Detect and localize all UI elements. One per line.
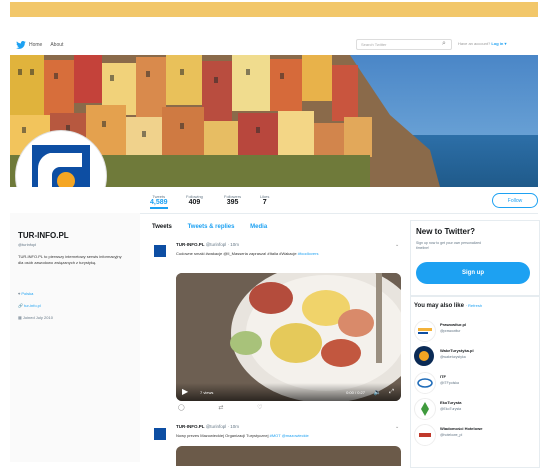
reply-icon[interactable]: ◯ (178, 405, 185, 411)
suggestion-name[interactable]: ITF (440, 374, 446, 379)
profile-bio: TUR-INFO.PL to pierwszy internetowy serw… (18, 254, 122, 265)
have-account-text: Have an account? Log in ▾ (458, 41, 507, 46)
calendar-icon: ▦ (18, 315, 22, 320)
nav-home-link[interactable]: Home (29, 42, 42, 48)
tweet-text: Cudowne smaki #wakacje @Il_Masseria zapr… (176, 251, 319, 256)
profile-website: 🔗 tur-info.pl (18, 303, 41, 308)
profile-name: TUR-INFO.PL (18, 231, 69, 240)
play-icon[interactable]: ▶ (182, 387, 188, 396)
tab-tweets[interactable]: Tweets (152, 224, 172, 230)
signup-button[interactable]: Sign up (416, 262, 530, 284)
chevron-down-icon[interactable]: ⌄ (395, 242, 399, 248)
stat-likes[interactable]: Likes 7 (260, 194, 269, 206)
new-to-twitter-title: New to Twitter? (416, 227, 475, 236)
suggestion-name[interactable]: WakeTurystyka.pl (440, 348, 474, 353)
search-icon[interactable]: ⌕ (442, 40, 446, 48)
refresh-link[interactable]: · Refresh (466, 303, 482, 308)
website-link[interactable]: tur-info.pl (24, 303, 41, 308)
twitter-bird-icon[interactable] (16, 41, 26, 49)
follow-button[interactable]: Follow (492, 193, 538, 208)
profile-nav-stats (10, 187, 538, 214)
tweet-video[interactable]: ▶ 7 views 0:00 / 0:27 🔈 ⤢ (176, 273, 401, 401)
stat-followers[interactable]: Followers 395 (224, 194, 241, 206)
top-banner-strip (10, 2, 538, 17)
suggestion-avatar[interactable] (414, 424, 436, 446)
suggestion-handle: @prawowitur (440, 329, 461, 333)
fullscreen-icon[interactable]: ⤢ (389, 389, 394, 396)
tweet-author[interactable]: TUR-INFO.PL @turinfopl · 10m (176, 242, 239, 247)
retweet-icon[interactable]: ⇄ (218, 405, 223, 411)
suggestion-avatar[interactable] (414, 372, 436, 394)
may-also-like-heading: You may also like · Refresh (414, 303, 483, 309)
suggestion-name[interactable]: Wiadomości Hotelowe (440, 426, 482, 431)
location-icon: ⌖ (18, 291, 21, 296)
volume-icon[interactable]: 🔈 (374, 389, 381, 396)
login-link[interactable]: Log in ▾ (491, 41, 506, 46)
suggestion-name[interactable]: Prawowitur.pl (440, 322, 466, 327)
twitter-navbar: Home About Search Twitter ⌕ Have an acco… (10, 36, 538, 54)
tweet-actions: ◯ ⇄ ♡ (178, 404, 294, 411)
tweet-text: Nowy prezes Mazowieckiej Organizacji Tur… (176, 433, 309, 438)
chevron-down-icon[interactable]: ⌄ (395, 424, 399, 430)
tab-tweets-replies[interactable]: Tweets & replies (188, 224, 235, 230)
profile-sidebar (10, 213, 140, 462)
profile-handle: @turinfopl (18, 242, 37, 247)
tweet-author[interactable]: TUR-INFO.PL @turinfopl · 10m (176, 424, 239, 429)
suggestion-handle: @hotelowe_pl (440, 433, 463, 437)
timeline-tabs: Tweets Tweets & replies Media (152, 224, 281, 230)
tweet-video[interactable] (176, 446, 401, 466)
tweet-avatar[interactable] (154, 428, 166, 440)
suggestion-handle: @EkoTurysta (440, 407, 462, 411)
video-views: 7 views (200, 390, 214, 395)
suggestion-avatar[interactable] (414, 320, 436, 342)
new-to-twitter-subtitle: Sign up now to get your own personalized… (416, 241, 481, 250)
tweet-avatar[interactable] (154, 245, 166, 257)
profile-joined: ▦ Joined July 2010 (18, 315, 53, 320)
tab-media[interactable]: Media (250, 224, 267, 230)
suggestion-avatar[interactable] (414, 346, 434, 366)
link-icon: 🔗 (18, 303, 23, 308)
nav-about-link[interactable]: About (50, 42, 63, 48)
stat-following[interactable]: Following 409 (186, 194, 203, 206)
suggestion-handle: @ITFpolska (440, 381, 459, 385)
suggestion-handle: @waketurystyka (440, 355, 466, 359)
stat-tweets[interactable]: Tweets 4,589 (150, 194, 168, 209)
search-input[interactable]: Search Twitter (356, 39, 452, 50)
like-icon[interactable]: ♡ (257, 405, 262, 411)
suggestion-avatar[interactable] (414, 398, 436, 420)
video-time: 0:00 / 0:27 (346, 390, 365, 395)
profile-location: ⌖ Polska (18, 291, 34, 296)
suggestion-name[interactable]: EkoTurysta (440, 400, 462, 405)
